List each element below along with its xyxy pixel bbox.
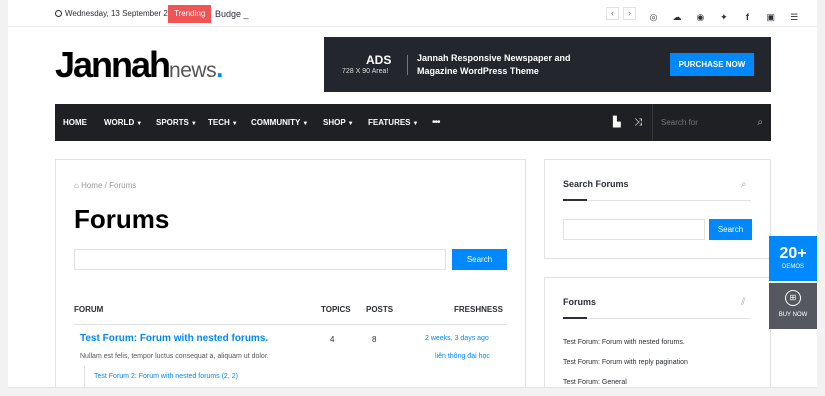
trending-label: Trending [168,5,212,23]
random-icon[interactable]: ⤨ [634,117,642,128]
nav-item-sports[interactable]: SPORTS ▼ [156,118,197,127]
logo-main: Jannah [55,44,171,85]
search-icon[interactable]: ⌕ [757,117,763,128]
buy-now-sticky-button[interactable]: ⊞ BUY NOW [769,283,817,329]
search-button[interactable]: Search [452,249,507,270]
forums-content: ⌂ Home / Forums Forums Search FORUM TOPI… [55,159,526,387]
news-ticker[interactable]: Budge _ [215,9,249,19]
nav-label: COMMUNITY [251,118,301,127]
chevron-down-icon: ▼ [231,121,238,127]
lock-icon[interactable]: ▣ [761,12,780,23]
nav-item-community[interactable]: COMMUNITY ▼ [251,118,308,127]
twitter-icon[interactable]: ✦ [714,12,733,23]
freshness-column-header: FRESHNESS [454,305,503,314]
nav-search: ⌕ [652,104,771,141]
page: Wednesday, 13 September 2017 Trending Bu… [8,0,817,388]
subforum-link[interactable]: Test Forum 2: Forum with nested forums (… [94,373,238,380]
ad-divider [407,55,408,75]
freshness-link[interactable]: 2 weeks, 3 days ago [425,335,489,342]
subforum-list: Test Forum 2: Forum with nested forums (… [84,366,384,387]
nav-label: SPORTS [156,118,189,127]
instagram-icon[interactable]: ◎ [644,12,663,23]
soundcloud-icon[interactable]: ☁ [667,12,686,23]
widget-forum-link[interactable]: Test Forum: Forum with reply pagination [563,359,688,366]
ticker-prev-button[interactable]: ‹ [606,7,619,20]
nav-label: HOME [63,118,87,127]
chevron-down-icon: ▼ [136,121,143,127]
widget-title-underline [563,199,751,201]
widget-forum-link[interactable]: Test Forum: General [563,379,627,386]
forum-description: Nullam est felis, tempor luctus consequa… [80,353,269,360]
chevron-down-icon: ▼ [412,121,419,127]
widget-search-input[interactable] [563,219,705,240]
shopping-bag-icon[interactable]: ▙ [613,117,621,128]
widget-title-underline [563,317,751,319]
ad-banner[interactable]: ADS 728 X 90 Area! Jannah Responsive New… [324,37,771,92]
demos-count: 20+ [779,245,807,262]
widget-forum-link[interactable]: Test Forum: Forum with nested forums. [563,339,685,346]
widget-search-button[interactable]: Search [709,219,752,240]
forum-title-link[interactable]: Test Forum: Forum with nested forums. [80,333,268,344]
demos-label: DEMOS [781,264,804,270]
forum-topic-count: 4 [330,335,335,344]
page-title: Forums [74,204,170,234]
dribbble-icon[interactable]: ◉ [691,12,710,23]
chevron-down-icon: ▼ [190,121,197,127]
logo-sub: news [169,59,217,82]
search-forums-widget: Search Forums ⌕ Search [544,159,771,259]
chevron-down-icon: ▼ [302,121,309,127]
nav-label: SHOP [323,118,346,127]
social-icons: ◎ ☁ ◉ ✦ f ▣ ☰ [644,7,804,23]
breadcrumb: ⌂ Home / Forums [74,181,136,190]
site-logo[interactable]: Jannahnews. [55,44,223,91]
forum-search-input[interactable] [74,249,446,270]
nav-item-tech[interactable]: TECH ▼ [208,118,238,127]
nav-label: FEATURES [368,118,411,127]
home-icon: ⌂ [74,181,79,190]
ticker-next-button[interactable]: › [623,7,636,20]
search-icon: ⌕ [741,179,747,190]
widget-title: Search Forums [563,179,629,189]
ad-title: ADS [366,53,392,67]
menu-icon[interactable]: ☰ [785,12,804,23]
date-text: Wednesday, 13 September 2017 [65,9,182,18]
breadcrumb-home[interactable]: Home [81,181,102,190]
top-bar: Wednesday, 13 September 2017 Trending Bu… [8,0,817,27]
forum-post-count: 8 [372,335,377,344]
purchase-now-button[interactable]: PURCHASE NOW [670,53,754,76]
posts-column-header: POSTS [366,305,394,314]
nav-item-features[interactable]: FEATURES ▼ [368,118,418,127]
cart-icon: ⊞ [785,290,801,306]
widget-title: Forums [563,297,597,307]
ad-size: 728 X 90 Area! [342,68,389,75]
header-divider [74,324,507,325]
breadcrumb-separator: / [104,181,107,190]
chevron-down-icon: ▼ [347,121,354,127]
buy-now-label: BUY NOW [778,312,808,318]
ad-text: Jannah Responsive Newspaper and Magazine… [417,53,571,76]
facebook-icon[interactable]: f [738,12,757,22]
nav-item-world[interactable]: WORLD ▼ [104,118,142,127]
last-poster-link[interactable]: liên thông đại học [435,353,490,360]
nav-item-shop[interactable]: SHOP ▼ [323,118,354,127]
nav-label: TECH [208,118,230,127]
demos-sticky-button[interactable]: 20+ DEMOS [769,236,817,281]
clock-icon [55,10,62,17]
forums-widget: Forums ⫽ Test Forum: Forum with nested f… [544,277,771,387]
more-menu-icon[interactable]: ••• [432,117,440,128]
main-nav: HOME WORLD ▼ SPORTS ▼ TECH ▼ COMMUNITY ▼ SHO… [55,104,771,141]
logo-dot: . [216,53,223,83]
forum-column-header: FORUM [74,305,104,314]
breadcrumb-current: Forums [109,181,137,190]
nav-label: WORLD [104,118,135,127]
current-date: Wednesday, 13 September 2017 [55,9,181,18]
nav-search-input[interactable] [653,104,753,141]
rss-icon: ⫽ [741,297,746,308]
topics-column-header: TOPICS [321,305,351,314]
nav-item-home[interactable]: HOME [63,118,87,127]
